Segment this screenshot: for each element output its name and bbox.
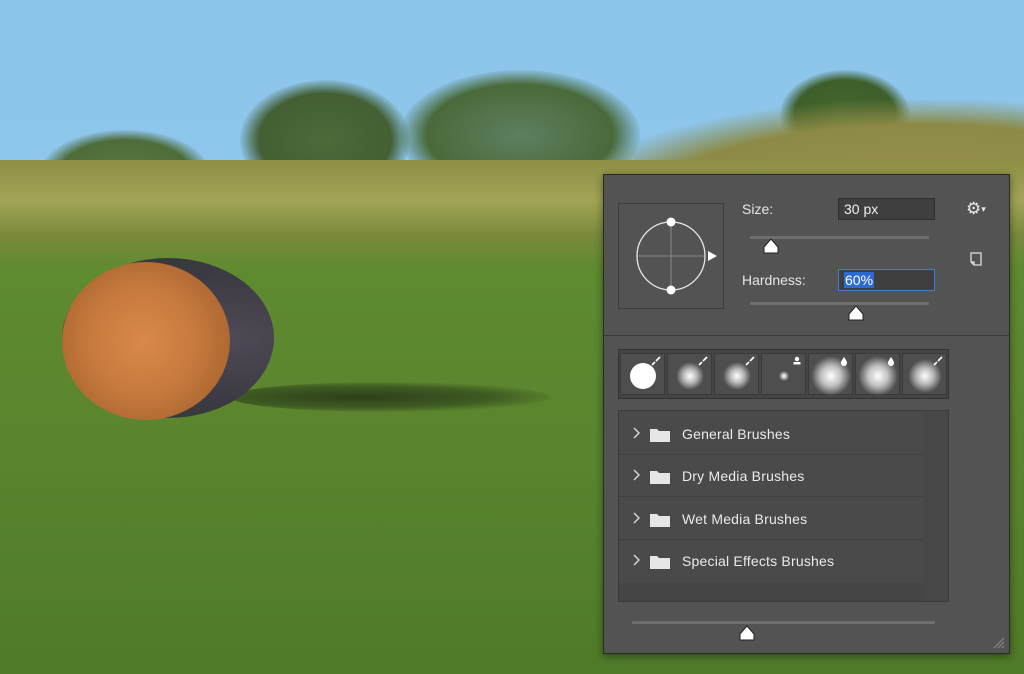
folder-icon	[649, 554, 671, 570]
folder-special-effects-brushes[interactable]: Special Effects Brushes	[619, 540, 924, 582]
brush-tool-icon	[745, 356, 755, 366]
folder-icon	[649, 512, 671, 528]
folder-label: Dry Media Brushes	[682, 468, 804, 484]
hardness-value: 60%	[844, 272, 874, 288]
recent-brush-tips	[618, 349, 949, 399]
chevron-right-icon[interactable]	[631, 552, 641, 568]
brush-tip-soft-round-large[interactable]	[808, 353, 853, 395]
folder-label: General Brushes	[682, 426, 790, 442]
brush-tip-soft-round-small[interactable]	[714, 353, 759, 395]
brush-tip-soft-round-large-2[interactable]	[855, 353, 900, 395]
folder-icon	[649, 469, 671, 485]
folder-icon	[649, 427, 671, 443]
new-preset-icon[interactable]	[969, 252, 983, 266]
size-slider-thumb[interactable]	[763, 238, 779, 254]
brush-tip-hard-round[interactable]	[620, 353, 665, 395]
stamp-icon	[792, 356, 802, 366]
brush-tip-soft-round-medium[interactable]	[902, 353, 947, 395]
panel-divider	[604, 335, 1009, 336]
chevron-right-icon[interactable]	[631, 425, 641, 441]
brush-angle-preview[interactable]	[618, 203, 724, 309]
brush-tool-icon	[933, 356, 943, 366]
hardness-label: Hardness:	[742, 272, 806, 288]
hardness-slider[interactable]	[750, 302, 929, 305]
folder-label: Special Effects Brushes	[682, 553, 834, 569]
folder-wet-media-brushes[interactable]: Wet Media Brushes	[619, 498, 924, 540]
brush-folder-list: General Brushes Dry Media Brushes Wet Me…	[618, 410, 949, 602]
list-scrollbar[interactable]	[924, 411, 948, 601]
size-label: Size:	[742, 201, 773, 217]
preview-size-slider[interactable]	[632, 621, 935, 624]
folder-label: Wet Media Brushes	[682, 511, 807, 527]
folder-dry-media-brushes[interactable]: Dry Media Brushes	[619, 455, 924, 497]
chevron-right-icon[interactable]	[631, 510, 641, 526]
hardness-slider-thumb[interactable]	[848, 305, 864, 321]
size-field[interactable]: 30 px	[838, 198, 935, 220]
drop-icon	[886, 356, 896, 366]
gear-icon[interactable]: ⚙▾	[966, 199, 990, 219]
resize-grip-icon[interactable]	[991, 635, 1005, 649]
folder-general-brushes[interactable]: General Brushes	[619, 413, 924, 455]
hardness-field[interactable]: 60%	[838, 269, 935, 291]
preview-size-slider-thumb[interactable]	[739, 625, 755, 641]
brush-tool-icon	[698, 356, 708, 366]
chevron-right-icon[interactable]	[631, 467, 641, 483]
drop-icon	[839, 356, 849, 366]
brush-preset-picker: Size: 30 px Hardness: 60% ⚙▾	[603, 174, 1010, 654]
brush-tool-icon	[651, 356, 661, 366]
brush-tip-soft-round-tiny[interactable]	[761, 353, 806, 395]
brush-tip-soft-round[interactable]	[667, 353, 712, 395]
